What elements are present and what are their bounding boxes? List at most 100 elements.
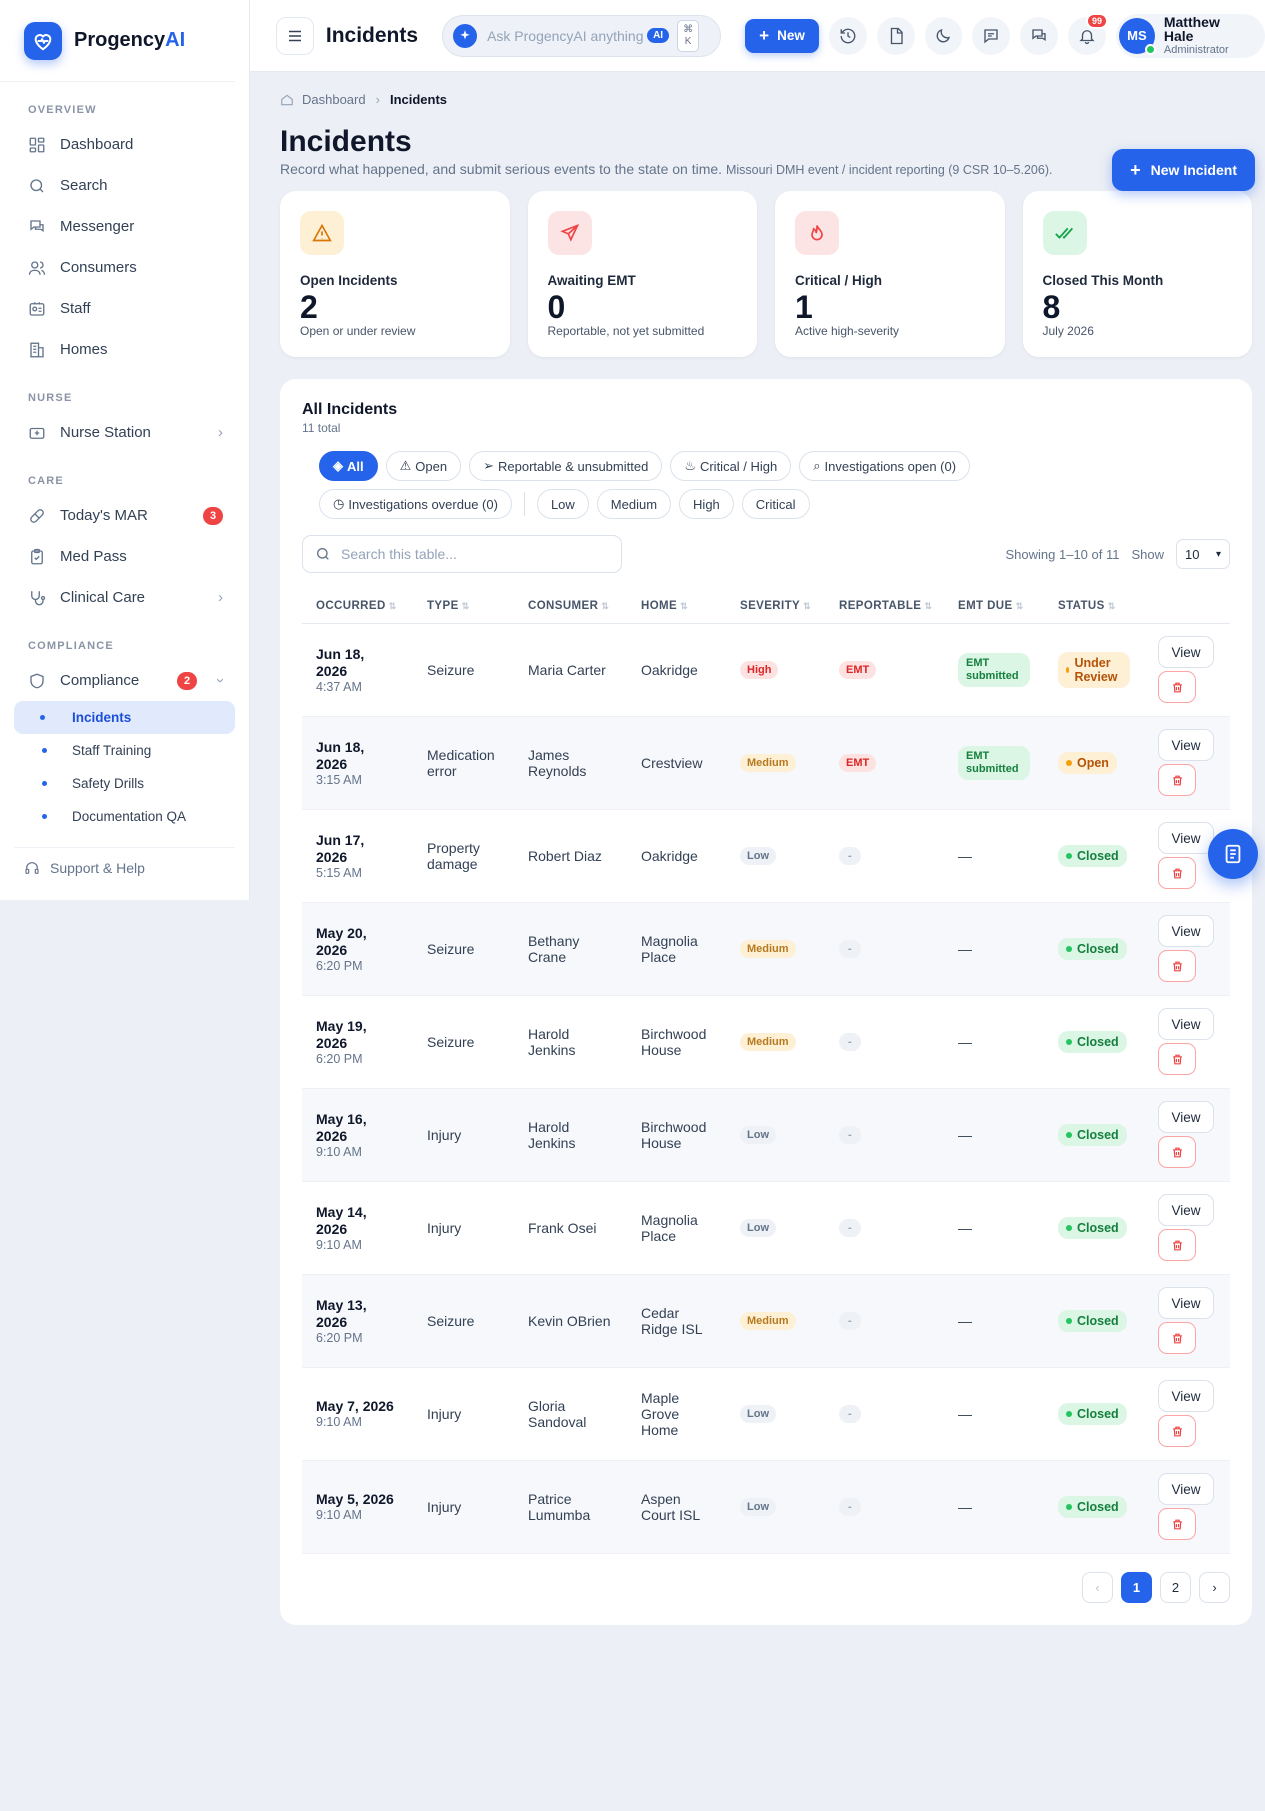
sidebar-item-nurse-station[interactable]: Nurse Station › (0, 412, 249, 453)
table-row[interactable]: Jun 18, 2026 4:37 AM Seizure Maria Carte… (302, 623, 1230, 717)
filter-reportable[interactable]: ➢ Reportable & unsubmitted (469, 451, 663, 481)
sidebar-item-consumers[interactable]: Consumers (0, 247, 249, 288)
notifications-button[interactable]: 99 (1068, 12, 1108, 55)
table-row[interactable]: May 19, 2026 6:20 PM Seizure Harold Jenk… (302, 995, 1230, 1089)
reportable-badge: - (839, 1219, 861, 1237)
new-incident-button[interactable]: + New Incident (1112, 149, 1255, 191)
delete-button[interactable] (1158, 764, 1196, 796)
filter-all[interactable]: ◈ All (319, 451, 378, 481)
page-size-select[interactable]: 10 ▾ (1176, 539, 1230, 569)
cell-reportable: - (825, 1367, 944, 1461)
filter-critical[interactable]: Critical (741, 489, 810, 519)
filter-low[interactable]: Low (536, 489, 589, 519)
kpi-awaiting-emt[interactable]: Awaiting EMT 0 Reportable, not yet submi… (527, 191, 757, 357)
menu-toggle-button[interactable] (276, 16, 314, 55)
pagination: ‹ 1 2 › (1082, 1572, 1230, 1603)
sidebar-subitem-incidents[interactable]: Incidents (14, 701, 235, 734)
table-row[interactable]: May 5, 2026 9:10 AM Injury Patrice Lumum… (302, 1460, 1230, 1554)
table-row[interactable]: Jun 17, 2026 5:15 AM Property damage Rob… (302, 809, 1230, 903)
pagination-page-2[interactable]: 2 (1160, 1572, 1191, 1603)
sort-icon: ⇅ (461, 600, 470, 611)
delete-button[interactable] (1158, 1322, 1196, 1354)
status-badge: Closed (1058, 937, 1127, 960)
kpi-subtext: Open or under review (300, 324, 416, 338)
table-row[interactable]: May 14, 2026 9:10 AM Injury Frank Osei M… (302, 1181, 1230, 1275)
filter-high[interactable]: High (679, 489, 734, 519)
history-button[interactable] (828, 16, 867, 55)
sidebar-subitem-safety-drills[interactable]: Safety Drills (14, 767, 235, 800)
col-status[interactable]: STATUS ⇅ (1044, 589, 1144, 624)
filter-investigations-open[interactable]: ⌕ Investigations open (0) (799, 451, 971, 481)
view-button[interactable]: View (1158, 822, 1214, 854)
col-consumer[interactable]: CONSUMER ⇅ (514, 589, 627, 624)
new-button[interactable]: + New (745, 18, 819, 53)
col-emt-due[interactable]: EMT DUE ⇅ (944, 589, 1044, 624)
table-row[interactable]: May 20, 2026 6:20 PM Seizure Bethany Cra… (302, 902, 1230, 996)
cell-emt-due: — (944, 1274, 1044, 1368)
ask-ai-input[interactable]: Ask ProgencyAI anything AI ⌘ K (442, 14, 722, 57)
cell-severity: Low (726, 1460, 825, 1554)
sidebar-item-homes[interactable]: Homes (0, 329, 249, 370)
delete-button[interactable] (1158, 950, 1196, 982)
col-reportable[interactable]: REPORTABLE ⇅ (825, 589, 944, 624)
kpi-closed-this-month[interactable]: Closed This Month 8 July 2026 (1022, 191, 1252, 357)
cell-type: Seizure (413, 995, 514, 1089)
view-button[interactable]: View (1158, 1287, 1214, 1319)
pagination-prev[interactable]: ‹ (1082, 1572, 1113, 1603)
pagination-next[interactable]: › (1199, 1572, 1230, 1603)
sidebar-item-med-pass[interactable]: Med Pass (0, 536, 249, 577)
kpi-critical-high[interactable]: Critical / High 1 Active high-severity (775, 191, 1005, 357)
user-menu[interactable]: MS Matthew Hale Administrator (1116, 13, 1265, 58)
view-button[interactable]: View (1158, 729, 1214, 761)
view-button[interactable]: View (1158, 915, 1214, 947)
delete-button[interactable] (1158, 1415, 1196, 1447)
kpi-open-incidents[interactable]: Open Incidents 2 Open or under review (280, 191, 510, 357)
view-button[interactable]: View (1158, 1101, 1214, 1133)
view-button[interactable]: View (1158, 1008, 1214, 1040)
sidebar-item-messenger[interactable]: Messenger (0, 206, 249, 247)
messages-button[interactable] (1020, 16, 1059, 55)
sidebar-item-compliance[interactable]: Compliance 2 › (0, 660, 249, 701)
table-row[interactable]: Jun 18, 2026 3:15 AM Medication error Ja… (302, 716, 1230, 810)
theme-toggle-button[interactable] (924, 16, 963, 55)
col-severity[interactable]: SEVERITY ⇅ (726, 589, 825, 624)
pdf-button[interactable] (876, 16, 915, 55)
sort-icon: ⇅ (680, 600, 689, 611)
filter-critical-high[interactable]: ♨ Critical / High (670, 451, 792, 481)
col-type[interactable]: TYPE ⇅ (413, 589, 514, 624)
sidebar-item-todays-mar[interactable]: Today's MAR 3 (0, 495, 249, 536)
breadcrumb-dashboard-link[interactable]: Dashboard (302, 92, 366, 107)
filter-medium[interactable]: Medium (596, 489, 672, 519)
feedback-button[interactable] (972, 16, 1011, 55)
view-button[interactable]: View (1158, 1380, 1214, 1412)
table-search[interactable] (302, 535, 622, 573)
filter-investigations-overdue[interactable]: ◷ Investigations overdue (0) (319, 489, 512, 519)
sidebar-item-search[interactable]: Search (0, 165, 249, 206)
brand[interactable]: ProgencyAI (0, 0, 235, 82)
view-button[interactable]: View (1158, 636, 1214, 668)
delete-button[interactable] (1158, 1136, 1196, 1168)
sidebar-subitem-documentation-qa[interactable]: Documentation QA (14, 800, 235, 833)
sidebar-item-staff[interactable]: Staff (0, 288, 249, 329)
sidebar-item-dashboard[interactable]: Dashboard (0, 124, 249, 165)
sidebar-item-label: Dashboard (60, 136, 134, 153)
delete-button[interactable] (1158, 671, 1196, 703)
delete-button[interactable] (1158, 1229, 1196, 1261)
support-link[interactable]: Support & Help (14, 847, 235, 876)
delete-button[interactable] (1158, 1043, 1196, 1075)
sidebar-item-clinical-care[interactable]: Clinical Care › (0, 577, 249, 618)
delete-button[interactable] (1158, 1508, 1196, 1540)
view-button[interactable]: View (1158, 1194, 1214, 1226)
col-occurred[interactable]: OCCURRED ⇅ (302, 589, 413, 624)
table-row[interactable]: May 13, 2026 6:20 PM Seizure Kevin OBrie… (302, 1274, 1230, 1368)
filter-open[interactable]: ⚠ Open (385, 451, 462, 481)
floating-notes-button[interactable] (1208, 829, 1258, 879)
col-home[interactable]: HOME ⇅ (627, 589, 726, 624)
delete-button[interactable] (1158, 857, 1196, 889)
sidebar-subitem-staff-training[interactable]: Staff Training (14, 734, 235, 767)
view-button[interactable]: View (1158, 1473, 1214, 1505)
table-search-input[interactable] (341, 546, 601, 562)
table-row[interactable]: May 16, 2026 9:10 AM Injury Harold Jenki… (302, 1088, 1230, 1182)
pagination-page-1[interactable]: 1 (1121, 1572, 1152, 1603)
table-row[interactable]: May 7, 2026 9:10 AM Injury Gloria Sandov… (302, 1367, 1230, 1461)
